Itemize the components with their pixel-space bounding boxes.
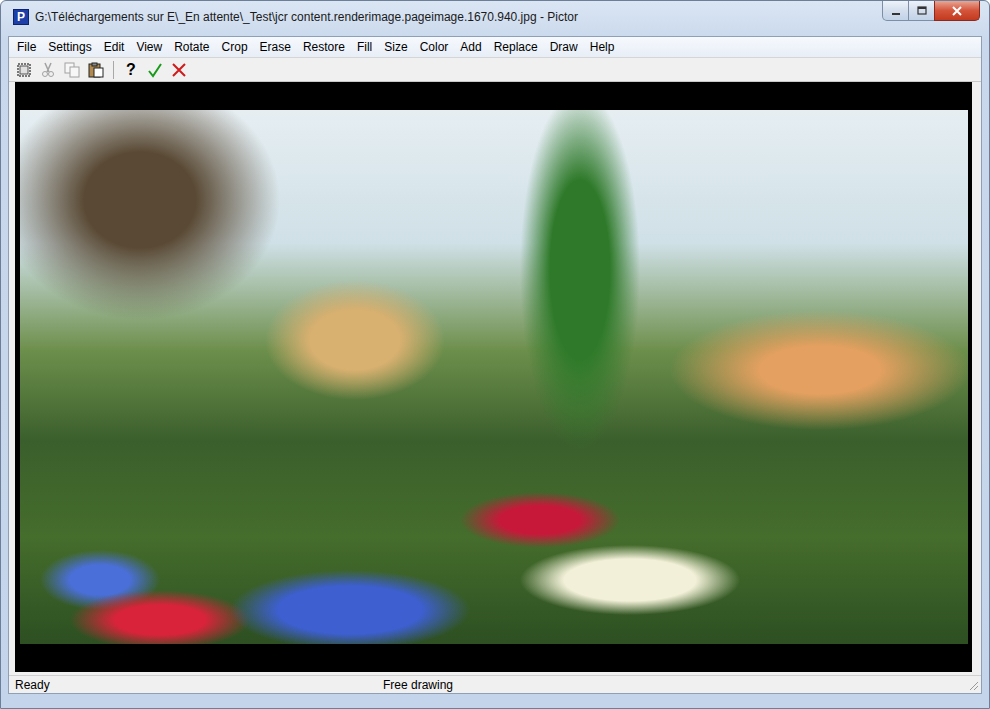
menu-item[interactable]: Size [378,38,413,56]
menu-item[interactable]: Help [584,38,621,56]
canvas-area [9,82,981,675]
toolbar: ? [9,57,981,82]
maximize-button[interactable] [908,1,935,21]
menu-item[interactable]: Edit [98,38,131,56]
minimize-button[interactable] [882,1,909,21]
menu-item[interactable]: Color [414,38,455,56]
menu-bar: FileSettingsEditViewRotateCropEraseResto… [9,37,981,57]
toolbar-button[interactable] [85,59,107,81]
maximize-icon [917,6,927,16]
status-bar: ReadyFree drawing [9,675,981,693]
toolbar-button[interactable] [13,59,35,81]
photo[interactable] [20,110,968,644]
menu-item[interactable]: Settings [42,38,97,56]
scissors-icon [40,62,56,78]
menu-item[interactable]: Restore [297,38,351,56]
menu-item[interactable]: View [130,38,168,56]
close-button[interactable] [934,1,980,21]
menu-item[interactable]: Rotate [168,38,215,56]
toolbar-button[interactable] [168,59,190,81]
image-stage [15,82,972,672]
app-window: P G:\Téléchargements sur E\_En attente\_T… [0,0,990,709]
menu-item[interactable]: Erase [254,38,297,56]
copy-icon [64,62,80,78]
menu-item[interactable]: Add [454,38,487,56]
menu-item[interactable]: File [11,38,42,56]
window-controls [883,1,980,21]
check-icon [147,62,163,78]
paste-icon [88,62,104,78]
status-text: Ready [9,677,377,693]
menu-item[interactable]: Fill [351,38,378,56]
close-icon [951,6,963,16]
client-area: FileSettingsEditViewRotateCropEraseResto… [8,36,982,694]
size-grip-icon[interactable] [967,679,979,691]
status-text: Free drawing [377,677,967,693]
app-icon: P [13,9,29,25]
menu-item[interactable]: Replace [488,38,544,56]
menu-item[interactable]: Draw [544,38,584,56]
toolbar-button[interactable] [61,59,83,81]
title-bar: P G:\Téléchargements sur E\_En attente\_T… [8,1,982,36]
cancel-icon [171,62,187,78]
toolbar-separator [113,61,114,79]
toolbar-button[interactable] [37,59,59,81]
select-rectangle-icon [16,62,32,78]
window-title: G:\Téléchargements sur E\_En attente\_Te… [35,10,877,24]
toolbar-button[interactable] [144,59,166,81]
menu-item[interactable]: Crop [216,38,254,56]
toolbar-button[interactable]: ? [120,59,142,81]
minimize-icon [891,6,901,16]
